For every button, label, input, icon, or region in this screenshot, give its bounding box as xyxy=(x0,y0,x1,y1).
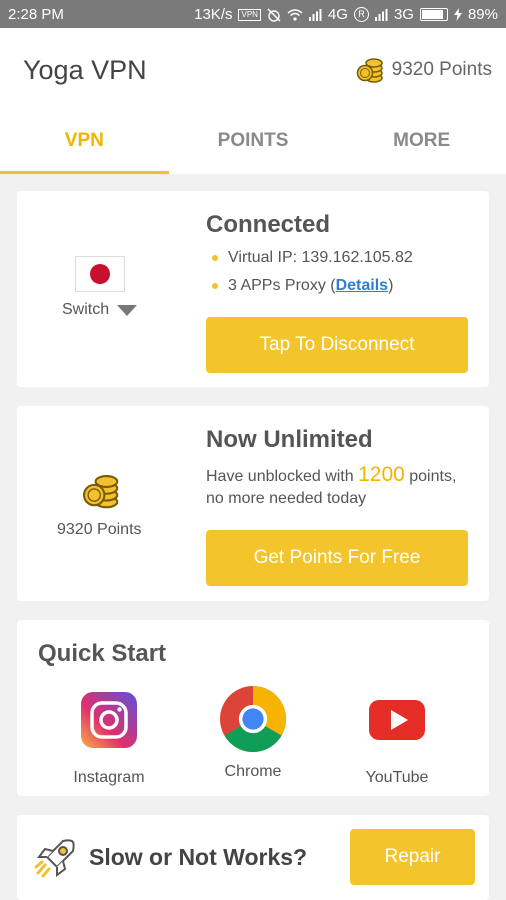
tab-points[interactable]: POINTS xyxy=(169,116,338,174)
network-speed: 13K/s xyxy=(194,6,233,23)
desc-line2: no more needed today xyxy=(206,490,367,507)
status-time: 2:28 PM xyxy=(8,6,64,23)
network-4g: 4G xyxy=(327,6,348,23)
points-description: Have unblocked with 1200 points, no more… xyxy=(206,464,456,510)
bullet-dot xyxy=(212,255,218,261)
network-3g: 3G xyxy=(393,6,414,23)
battery-fill xyxy=(421,10,444,19)
virtual-ip-item: Virtual IP: 139.162.105.82 xyxy=(212,249,413,267)
status-bar: 2:28 PM 13K/s VPN 4G R 3G 89% xyxy=(0,0,506,28)
chevron-down-icon xyxy=(117,304,138,316)
youtube-icon xyxy=(369,700,425,740)
app-title: Yoga VPN xyxy=(23,55,147,85)
quick-start-instagram[interactable]: Instagram xyxy=(54,692,164,787)
header-points[interactable]: 9320 Points xyxy=(356,56,492,84)
repair-card: Slow or Not Works? Repair xyxy=(17,815,489,900)
details-link[interactable]: Details xyxy=(336,277,388,295)
desc-suffix: points, xyxy=(404,468,457,485)
apps-proxy-suffix: ) xyxy=(388,277,394,294)
desc-prefix: Have unblocked with xyxy=(206,468,359,485)
apps-proxy-item: 3 APPs Proxy (Details) xyxy=(212,277,393,295)
rocket-icon xyxy=(34,839,75,878)
roaming-badge: R xyxy=(353,7,369,22)
points-card: 9320 Points Now Unlimited Have unblocked… xyxy=(17,406,489,601)
desc-points-value: 1200 xyxy=(358,463,405,486)
alarm-off-icon xyxy=(267,8,281,22)
points-balance: 9320 Points xyxy=(57,521,142,538)
status-icons: 13K/s VPN 4G R 3G 89% xyxy=(194,6,498,23)
app-label: Instagram xyxy=(73,769,145,786)
apps-proxy-prefix: 3 APPs Proxy ( xyxy=(228,277,336,294)
get-points-button[interactable]: Get Points For Free xyxy=(206,530,468,586)
coins-icon xyxy=(356,58,383,83)
battery-percent: 89% xyxy=(467,6,498,23)
tab-bar: VPN POINTS MORE xyxy=(0,116,506,174)
slow-text: Slow or Not Works? xyxy=(89,844,308,870)
quick-start-title: Quick Start xyxy=(38,640,167,667)
bullet-dot xyxy=(212,283,218,289)
connection-status: Connected xyxy=(206,211,331,238)
tab-more[interactable]: MORE xyxy=(337,116,506,174)
connection-card: Switch Connected Virtual IP: 139.162.105… xyxy=(17,191,489,387)
repair-button[interactable]: Repair xyxy=(350,829,475,885)
instagram-icon xyxy=(81,692,137,748)
switch-server-button[interactable]: Switch xyxy=(62,301,138,319)
app-label: Chrome xyxy=(224,763,282,780)
charging-icon xyxy=(453,8,462,21)
quick-start-card: Quick Start Instagram Chrome YouTube xyxy=(17,620,489,796)
coins-icon xyxy=(83,475,119,509)
app-header: Yoga VPN 9320 Points VPN POINTS MORE xyxy=(0,28,506,174)
quick-start-youtube[interactable]: YouTube xyxy=(342,692,452,787)
tab-vpn[interactable]: VPN xyxy=(0,116,169,174)
battery-icon xyxy=(419,8,448,21)
chrome-icon xyxy=(220,686,287,753)
wifi-icon xyxy=(287,9,303,21)
vpn-badge: VPN xyxy=(238,8,261,21)
virtual-ip-text: Virtual IP: 139.162.105.82 xyxy=(228,249,413,266)
header-points-label: 9320 Points xyxy=(391,59,492,80)
switch-label: Switch xyxy=(62,301,110,318)
signal-icon xyxy=(308,8,322,21)
signal-icon-2 xyxy=(374,8,388,21)
japan-flag-icon[interactable] xyxy=(75,256,125,292)
quick-start-chrome[interactable]: Chrome xyxy=(198,686,308,781)
points-card-title: Now Unlimited xyxy=(206,426,373,453)
app-label: YouTube xyxy=(365,769,429,786)
disconnect-button[interactable]: Tap To Disconnect xyxy=(206,317,468,373)
